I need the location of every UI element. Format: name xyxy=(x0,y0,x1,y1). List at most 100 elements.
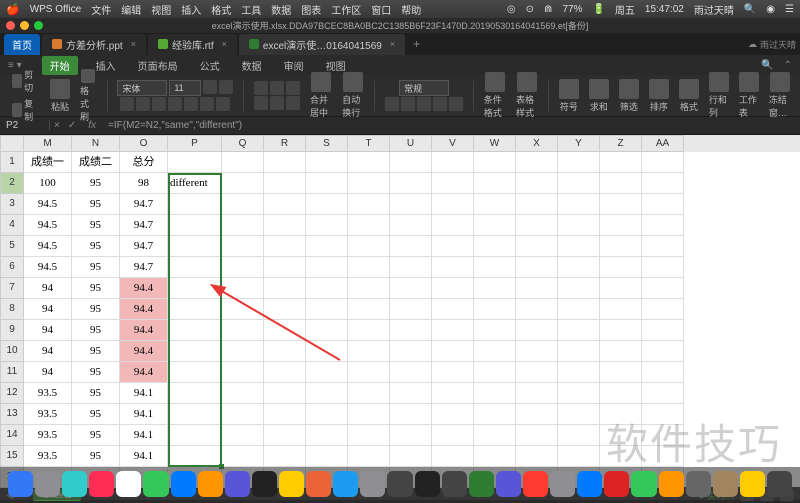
cell[interactable] xyxy=(264,152,306,173)
col-header-U[interactable]: U xyxy=(390,135,432,152)
cell[interactable] xyxy=(432,446,474,467)
cell[interactable] xyxy=(600,362,642,383)
cell[interactable]: 94.1 xyxy=(120,383,168,404)
cell[interactable] xyxy=(642,362,684,383)
cell[interactable]: 94.1 xyxy=(120,425,168,446)
cell[interactable] xyxy=(642,236,684,257)
align-bot-icon[interactable] xyxy=(286,81,300,95)
cell[interactable] xyxy=(264,425,306,446)
cell[interactable] xyxy=(222,194,264,215)
cell[interactable] xyxy=(432,299,474,320)
col-header-P[interactable]: P xyxy=(168,135,222,152)
dock-app-17[interactable] xyxy=(469,471,494,497)
cell[interactable] xyxy=(222,236,264,257)
cell[interactable]: 95 xyxy=(72,446,120,467)
dock-app-3[interactable] xyxy=(89,471,114,497)
cell[interactable] xyxy=(474,341,516,362)
cell[interactable] xyxy=(642,194,684,215)
cell[interactable] xyxy=(348,257,390,278)
cell[interactable] xyxy=(306,362,348,383)
menu-view[interactable]: 视图 xyxy=(151,2,171,17)
close-icon[interactable]: × xyxy=(222,39,227,49)
cell[interactable] xyxy=(600,257,642,278)
cell[interactable]: 94 xyxy=(24,341,72,362)
cell[interactable] xyxy=(264,194,306,215)
align-left-icon[interactable] xyxy=(254,96,268,110)
cell[interactable] xyxy=(222,383,264,404)
sort-button[interactable]: 排序 xyxy=(646,79,672,113)
cell[interactable] xyxy=(600,194,642,215)
menu-window[interactable]: 窗口 xyxy=(371,2,391,17)
col-header-Y[interactable]: Y xyxy=(558,135,600,152)
cell[interactable] xyxy=(264,257,306,278)
cell[interactable]: 94 xyxy=(24,362,72,383)
ribbon-tab-data[interactable]: 数据 xyxy=(238,56,266,75)
cell[interactable]: 95 xyxy=(72,341,120,362)
cell[interactable] xyxy=(222,320,264,341)
cell[interactable] xyxy=(306,194,348,215)
cell[interactable] xyxy=(432,341,474,362)
cell[interactable] xyxy=(264,341,306,362)
cell[interactable] xyxy=(306,152,348,173)
cell[interactable] xyxy=(642,173,684,194)
cell[interactable] xyxy=(222,425,264,446)
cell[interactable] xyxy=(642,320,684,341)
cell[interactable] xyxy=(642,383,684,404)
menu-edit[interactable]: 编辑 xyxy=(121,2,141,17)
align-right-icon[interactable] xyxy=(286,96,300,110)
cell[interactable] xyxy=(432,425,474,446)
table-style-button[interactable]: 表格样式 xyxy=(513,72,541,119)
cell[interactable] xyxy=(168,425,222,446)
cell[interactable] xyxy=(168,404,222,425)
sum-button[interactable]: 求和 xyxy=(586,79,612,113)
cell[interactable] xyxy=(306,446,348,467)
cut-button[interactable]: 剪切 xyxy=(9,67,40,95)
cell[interactable] xyxy=(264,446,306,467)
cell[interactable]: 95 xyxy=(72,236,120,257)
cell[interactable] xyxy=(516,152,558,173)
dock-app-21[interactable] xyxy=(577,471,602,497)
cell[interactable]: 94.1 xyxy=(120,404,168,425)
align-center-icon[interactable] xyxy=(270,96,284,110)
row-header-5[interactable]: 5 xyxy=(0,236,24,257)
dec-inc-icon[interactable] xyxy=(433,97,447,111)
row-header-14[interactable]: 14 xyxy=(0,425,24,446)
column-headers[interactable]: MNOPQRSTUVWXYZAA xyxy=(24,135,800,152)
size-select[interactable] xyxy=(169,80,201,96)
paste-button[interactable]: 粘贴 xyxy=(47,79,73,113)
dock-app-18[interactable] xyxy=(496,471,521,497)
filter-button[interactable]: 筛选 xyxy=(616,79,642,113)
dock-app-24[interactable] xyxy=(659,471,684,497)
row-header-13[interactable]: 13 xyxy=(0,404,24,425)
dock-app-2[interactable] xyxy=(62,471,87,497)
cell[interactable] xyxy=(348,152,390,173)
cell[interactable] xyxy=(390,446,432,467)
cell[interactable] xyxy=(474,173,516,194)
cell[interactable] xyxy=(390,236,432,257)
row-header-1[interactable]: 1 xyxy=(0,152,24,173)
dock-app-10[interactable] xyxy=(279,471,304,497)
cell[interactable] xyxy=(390,278,432,299)
dock-app-22[interactable] xyxy=(604,471,629,497)
fx-icon[interactable]: fx xyxy=(80,120,104,131)
close-icon[interactable] xyxy=(6,21,15,30)
wrap-button[interactable]: 自动换行 xyxy=(339,72,367,119)
dock-app-6[interactable] xyxy=(171,471,196,497)
dock-app-27[interactable] xyxy=(740,471,765,497)
cell[interactable] xyxy=(168,194,222,215)
cell[interactable] xyxy=(348,320,390,341)
row-header-15[interactable]: 15 xyxy=(0,446,24,467)
cell[interactable]: 95 xyxy=(72,257,120,278)
symbol-button[interactable]: 符号 xyxy=(556,79,582,113)
dock-app-28[interactable] xyxy=(767,471,792,497)
cell[interactable] xyxy=(558,383,600,404)
cell[interactable] xyxy=(432,215,474,236)
cell[interactable]: 94 xyxy=(24,320,72,341)
minimize-icon[interactable] xyxy=(20,21,29,30)
merge-button[interactable]: 合并居中 xyxy=(307,72,335,119)
cell[interactable] xyxy=(474,425,516,446)
cell[interactable] xyxy=(348,215,390,236)
cell[interactable] xyxy=(348,383,390,404)
format-button[interactable]: 格式 xyxy=(676,79,702,113)
font-select[interactable] xyxy=(117,80,167,96)
